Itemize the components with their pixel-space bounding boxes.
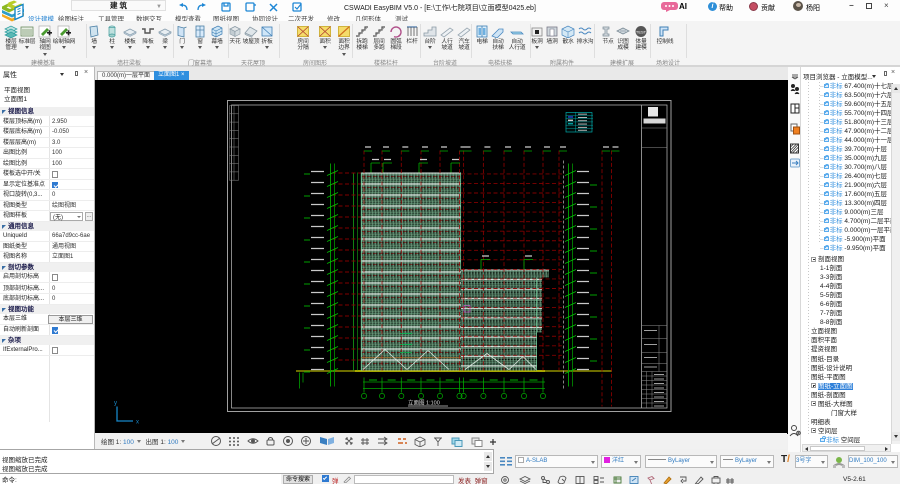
svg-text:x: x [136, 419, 139, 425]
svg-text:y: y [114, 400, 117, 406]
svg-text:TEST: TEST [636, 30, 647, 35]
svg-text:立面图 1:100: 立面图 1:100 [408, 398, 440, 406]
